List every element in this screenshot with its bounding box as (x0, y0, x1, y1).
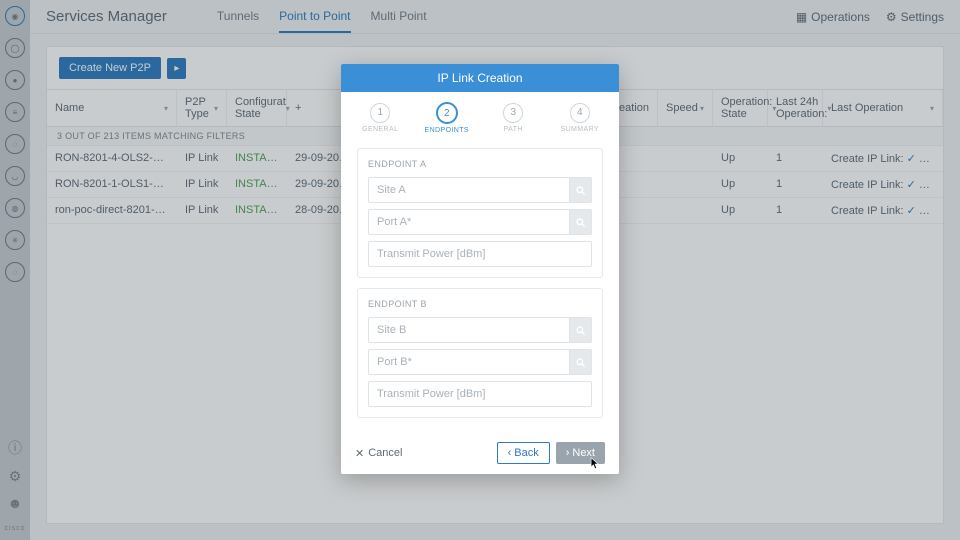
chevron-right-icon: › (566, 447, 570, 459)
cancel-button[interactable]: ✕ Cancel (355, 447, 402, 460)
next-button[interactable]: › Next (556, 442, 605, 464)
chevron-left-icon: ‹ (508, 447, 512, 459)
port-a-input[interactable] (368, 209, 570, 235)
dialog-title: IP Link Creation (341, 64, 619, 92)
tx-power-a-input[interactable] (368, 241, 592, 267)
site-b-search-icon[interactable] (570, 317, 592, 343)
endpoint-a-title: ENDPOINT A (368, 159, 592, 169)
endpoint-a-box: ENDPOINT A (357, 148, 603, 278)
step-endpoints[interactable]: 2 ENDPOINTS (414, 102, 481, 134)
dialog-footer: ✕ Cancel ‹ Back › Next (341, 432, 619, 474)
close-icon: ✕ (355, 447, 364, 460)
ip-link-dialog: IP Link Creation 1 GENERAL 2 ENDPOINTS 3… (341, 64, 619, 474)
modal-overlay: IP Link Creation 1 GENERAL 2 ENDPOINTS 3… (0, 0, 960, 540)
site-a-search-icon[interactable] (570, 177, 592, 203)
site-a-input[interactable] (368, 177, 570, 203)
back-button[interactable]: ‹ Back (497, 442, 550, 464)
tx-power-b-input[interactable] (368, 381, 592, 407)
dialog-body: ENDPOINT A ENDPOINT B (341, 140, 619, 432)
step-general[interactable]: 1 GENERAL (347, 102, 414, 134)
port-b-search-icon[interactable] (570, 349, 592, 375)
port-b-input[interactable] (368, 349, 570, 375)
step-path[interactable]: 3 PATH (480, 102, 547, 134)
stepper: 1 GENERAL 2 ENDPOINTS 3 PATH 4 SUMMARY (341, 92, 619, 140)
step-summary[interactable]: 4 SUMMARY (547, 102, 614, 134)
port-a-search-icon[interactable] (570, 209, 592, 235)
endpoint-b-title: ENDPOINT B (368, 299, 592, 309)
endpoint-b-box: ENDPOINT B (357, 288, 603, 418)
site-b-input[interactable] (368, 317, 570, 343)
